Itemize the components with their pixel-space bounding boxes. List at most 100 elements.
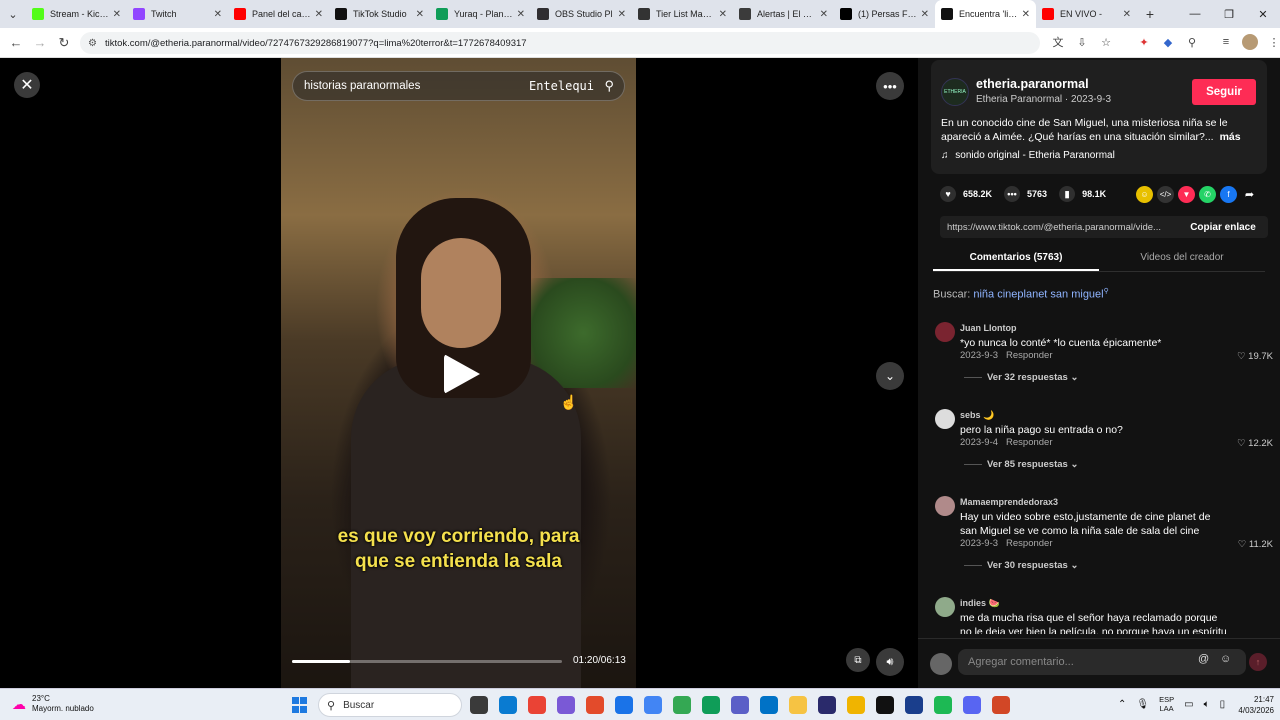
extension-blue-icon[interactable]: ◆ (1160, 34, 1176, 50)
tab-close-icon[interactable]: ✕ (416, 9, 424, 20)
follow-button[interactable]: Seguir (1192, 79, 1256, 105)
reply-link[interactable]: Responder (1006, 350, 1052, 361)
new-tab-icon[interactable]: + (1137, 6, 1163, 22)
browser-tab[interactable]: Encuentra 'lima ✕ (935, 0, 1036, 28)
progress-bar[interactable] (292, 660, 562, 663)
video-search-pill[interactable]: historias paranormales Entelequi ⚲ (292, 71, 625, 101)
taskbar-app-icon[interactable] (934, 696, 952, 714)
view-replies[interactable]: Ver 85 respuestas ⌄ (964, 459, 1078, 470)
taskbar-app-icon[interactable] (673, 696, 691, 714)
comment-avatar[interactable] (935, 322, 955, 342)
bookmark-star-icon[interactable]: ☆ (1098, 34, 1114, 50)
comment-avatar[interactable] (935, 597, 955, 617)
microphone-icon[interactable]: 🎙︎ (1136, 699, 1149, 710)
comment-username[interactable]: Mamaemprendedorax3 (960, 497, 1058, 507)
browser-tab[interactable]: OBS Studio Pl ✕ (531, 0, 632, 28)
battery-icon[interactable]: ▯ (1220, 699, 1226, 710)
comment-avatar[interactable] (935, 496, 955, 516)
taskbar-app-icon[interactable] (644, 696, 662, 714)
maximize-icon[interactable]: ❐ (1212, 8, 1246, 21)
menu-kebab-icon[interactable]: ⋮ (1266, 34, 1280, 50)
tab-close-icon[interactable]: ✕ (719, 9, 727, 20)
tab-close-icon[interactable]: ✕ (1123, 9, 1131, 20)
browser-tab[interactable]: Stream - Kick C ✕ (26, 0, 127, 28)
tab-close-icon[interactable]: ✕ (214, 9, 222, 20)
close-icon[interactable]: ✕ (14, 72, 40, 98)
copy-link-button[interactable]: Copiar enlace (1178, 222, 1268, 233)
video-player[interactable]: historias paranormales Entelequi ⚲ es qu… (281, 58, 636, 688)
browser-tab[interactable]: TikTok Studio ✕ (329, 0, 430, 28)
translate-icon[interactable]: 文 (1050, 34, 1066, 50)
taskbar-app-icon[interactable] (789, 696, 807, 714)
clock[interactable]: 21:47 4/03/2026 (1226, 694, 1274, 716)
send-icon[interactable]: ↑ (1249, 653, 1267, 671)
taskbar-app-icon[interactable] (847, 696, 865, 714)
media-control-icon[interactable]: ≡ (1218, 34, 1234, 50)
taskbar-app-icon[interactable] (818, 696, 836, 714)
tab-close-icon[interactable]: ✕ (517, 9, 525, 20)
taskbar-app-icon[interactable] (992, 696, 1010, 714)
facebook-icon[interactable]: f (1220, 186, 1237, 203)
taskbar-app-icon[interactable] (528, 696, 546, 714)
chevron-up-icon[interactable]: ⌃ (1118, 699, 1126, 710)
taskbar-search[interactable]: ⚲ Buscar (318, 693, 462, 717)
browser-tab[interactable]: Alertas | El mej ✕ (733, 0, 834, 28)
whatsapp-icon[interactable]: ✆ (1199, 186, 1216, 203)
taskbar-app-icon[interactable] (731, 696, 749, 714)
share-link-url[interactable]: https://www.tiktok.com/@etheria.paranorm… (940, 222, 1178, 233)
like-stat[interactable]: ♥ 658.2K (940, 186, 992, 202)
comment-like[interactable]: ♡ 11.2K (1238, 539, 1273, 550)
tab-close-icon[interactable]: ✕ (1022, 9, 1030, 20)
save-stat[interactable]: ▮ 98.1K (1059, 186, 1106, 202)
tab-close-icon[interactable]: ✕ (113, 9, 121, 20)
creator-username[interactable]: etheria.paranormal (976, 77, 1089, 91)
mention-icon[interactable]: @ (1198, 653, 1209, 665)
url-field[interactable]: ⚙ tiktok.com/@etheria.paranormal/video/7… (80, 32, 1040, 54)
play-icon[interactable] (444, 354, 480, 394)
browser-tab[interactable]: EN VIVO - ✕ (1036, 0, 1137, 28)
weather-widget[interactable]: ☁ 23°C Mayorm. nublado (12, 694, 94, 714)
share-arrow-icon[interactable]: ➦ (1241, 186, 1258, 203)
forward-icon[interactable]: → (28, 35, 52, 50)
taskbar-app-icon[interactable] (586, 696, 604, 714)
comment-like[interactable]: ♡ 19.7K (1237, 351, 1273, 362)
comment-like[interactable]: ♡ 12.2K (1237, 438, 1273, 449)
creator-avatar[interactable]: ETHERIA (941, 78, 969, 106)
taskbar-app-icon[interactable] (760, 696, 778, 714)
browser-tab[interactable]: Yuraq - Planific ✕ (430, 0, 531, 28)
taskbar-app-icon[interactable] (905, 696, 923, 714)
related-search-query[interactable]: niña cineplanet san miguel (973, 289, 1103, 301)
floating-player-icon[interactable]: ⧉ (846, 648, 870, 672)
more-options-icon[interactable]: ••• (876, 72, 904, 100)
more-link[interactable]: más (1220, 131, 1241, 143)
embed-icon[interactable]: </> (1157, 186, 1174, 203)
taskbar-app-icon[interactable] (557, 696, 575, 714)
speaker-icon[interactable]: 🔈︎ (1204, 699, 1210, 710)
comment-username[interactable]: indies 🍉 (960, 598, 1000, 609)
profile-avatar[interactable] (1242, 34, 1258, 50)
display-icon[interactable]: ▭ (1184, 699, 1193, 710)
tab-close-icon[interactable]: ✕ (820, 9, 828, 20)
browser-tab[interactable]: (1) Persas FC (@ ✕ (834, 0, 935, 28)
chevron-down-icon[interactable]: ⌄ (876, 362, 904, 390)
reply-link[interactable]: Responder (1006, 437, 1052, 448)
back-icon[interactable]: ← (4, 35, 28, 50)
view-replies[interactable]: Ver 32 respuestas ⌄ (964, 372, 1078, 383)
taskbar-app-icon[interactable] (702, 696, 720, 714)
site-info-icon[interactable]: ⚙ (88, 38, 97, 49)
browser-tab[interactable]: Panel del canal ✕ (228, 0, 329, 28)
tab-comments[interactable]: Comentarios (5763) (933, 248, 1099, 271)
share-send-icon[interactable]: ▼ (1178, 186, 1195, 203)
tab-close-icon[interactable]: ✕ (315, 9, 323, 20)
install-icon[interactable]: ⇩ (1074, 34, 1090, 50)
extension-red-icon[interactable]: ✦ (1136, 34, 1152, 50)
comment-avatar[interactable] (935, 409, 955, 429)
close-window-icon[interactable]: ✕ (1246, 8, 1280, 21)
view-replies[interactable]: Ver 30 respuestas ⌄ (964, 560, 1078, 571)
tab-close-icon[interactable]: ✕ (618, 9, 626, 20)
taskbar-app-icon[interactable] (499, 696, 517, 714)
minimize-icon[interactable]: — (1178, 8, 1212, 20)
reply-link[interactable]: Responder (1006, 538, 1052, 549)
comment-username[interactable]: Juan Llontop (960, 323, 1017, 333)
taskbar-app-icon[interactable] (615, 696, 633, 714)
